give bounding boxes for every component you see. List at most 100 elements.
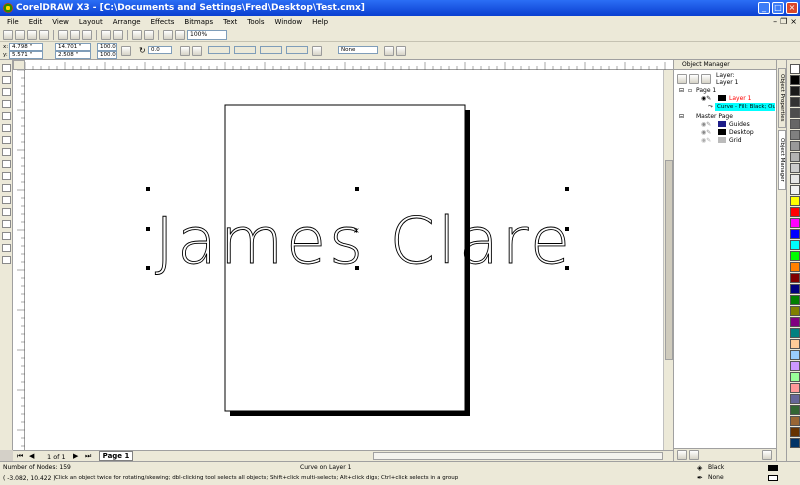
color-swatch[interactable] — [790, 328, 800, 338]
delete-icon[interactable] — [762, 450, 772, 460]
tree-selected-curve[interactable]: Curve - Fill: Black; Ou — [715, 103, 775, 111]
save-icon[interactable] — [27, 29, 37, 40]
color-swatch[interactable] — [790, 273, 800, 283]
smart-fill-icon[interactable] — [2, 124, 11, 132]
color-swatch[interactable] — [790, 295, 800, 305]
x-position-field[interactable]: 4.798 " — [9, 43, 43, 51]
color-swatch[interactable] — [790, 119, 800, 129]
color-swatch[interactable] — [790, 372, 800, 382]
color-swatch[interactable] — [790, 108, 800, 118]
color-swatch[interactable] — [790, 185, 800, 195]
freehand-tool-icon[interactable] — [2, 112, 11, 120]
color-swatch[interactable] — [790, 383, 800, 393]
color-swatch[interactable] — [790, 350, 800, 360]
color-swatch[interactable] — [790, 196, 800, 206]
scrollbar-thumb[interactable] — [665, 160, 673, 360]
menu-tools[interactable]: Tools — [242, 16, 269, 28]
tab-object-properties[interactable]: Object Properties — [778, 68, 786, 128]
menu-edit[interactable]: Edit — [24, 16, 48, 28]
interactive-blend-icon[interactable] — [2, 208, 11, 216]
open-icon[interactable] — [15, 29, 25, 40]
selection-handle[interactable] — [565, 187, 569, 191]
tree-layer-guides[interactable]: Guides — [729, 121, 750, 128]
tree-layer[interactable]: Layer 1 — [729, 95, 751, 102]
import-icon[interactable] — [132, 29, 142, 40]
next-page-icon[interactable]: ▶ — [73, 452, 78, 460]
eyedropper-icon[interactable] — [2, 220, 11, 228]
new-layer-icon[interactable] — [677, 450, 687, 460]
color-swatch[interactable] — [790, 394, 800, 404]
menu-arrange[interactable]: Arrange — [108, 16, 146, 28]
menu-file[interactable]: File — [2, 16, 24, 28]
layer-visibility-icon[interactable]: ◉✎ — [701, 95, 711, 102]
pick-tool-icon[interactable] — [2, 64, 11, 72]
color-swatch[interactable] — [790, 86, 800, 96]
ellipse-tool-icon[interactable] — [2, 148, 11, 156]
print-icon[interactable] — [39, 29, 49, 40]
page-tab[interactable]: Page 1 — [99, 451, 133, 461]
color-swatch[interactable] — [790, 152, 800, 162]
undo-icon[interactable] — [101, 29, 111, 40]
selection-handle[interactable] — [146, 227, 150, 231]
mirror-horizontal-icon[interactable] — [180, 46, 190, 56]
color-swatch[interactable] — [790, 130, 800, 140]
color-swatch[interactable] — [790, 361, 800, 371]
new-master-layer-icon[interactable] — [689, 450, 699, 460]
fill-tool-icon[interactable]: ◈ — [697, 464, 702, 472]
to-back-icon[interactable] — [396, 46, 406, 56]
prev-page-icon[interactable]: ◀ — [29, 452, 34, 460]
crop-tool-icon[interactable] — [2, 88, 11, 96]
wrap-text-icon[interactable] — [312, 46, 322, 56]
selection-handle[interactable] — [355, 187, 359, 191]
menu-text[interactable]: Text — [218, 16, 242, 28]
last-page-icon[interactable]: ⏭ — [85, 452, 91, 461]
basic-shapes-icon[interactable] — [2, 172, 11, 180]
color-swatch[interactable] — [790, 207, 800, 217]
to-front-icon[interactable] — [384, 46, 394, 56]
table-tool-icon[interactable] — [2, 196, 11, 204]
polygon-tool-icon[interactable] — [2, 160, 11, 168]
expand-icon[interactable]: ⊟ — [679, 87, 684, 94]
selection-handle[interactable] — [146, 266, 150, 270]
tree-page[interactable]: Page 1 — [696, 87, 716, 94]
layer-visibility-icon[interactable]: ◉✎ — [701, 129, 711, 136]
selection-handle[interactable] — [565, 227, 569, 231]
outlined-text[interactable]: James Clare — [155, 205, 573, 280]
color-swatch[interactable] — [790, 251, 800, 261]
tree-layer-desktop[interactable]: Desktop — [729, 129, 754, 136]
zoom-level-select[interactable]: 100% — [187, 29, 227, 40]
color-swatch[interactable] — [790, 240, 800, 250]
export-icon[interactable] — [144, 29, 154, 40]
color-swatch[interactable] — [790, 262, 800, 272]
expand-icon[interactable]: ⊟ — [679, 113, 684, 120]
rotation-angle-field[interactable]: 0.0 — [148, 46, 172, 54]
doc-close-icon[interactable]: × — [790, 17, 797, 26]
outline-tool-icon[interactable]: ✒ — [697, 474, 703, 482]
shape-tool-field[interactable] — [286, 46, 308, 54]
outline-width-select[interactable]: None — [338, 46, 378, 54]
show-layers-icon[interactable] — [689, 74, 699, 84]
color-swatch[interactable] — [790, 174, 800, 184]
drawing-canvas[interactable]: James Clare × — [25, 70, 663, 450]
outline-tool-icon[interactable] — [2, 232, 11, 240]
color-swatch[interactable] — [790, 317, 800, 327]
color-swatch[interactable] — [790, 427, 800, 437]
color-swatch[interactable] — [790, 339, 800, 349]
menu-help[interactable]: Help — [307, 16, 333, 28]
shape-tool-field[interactable] — [234, 46, 256, 54]
scale-width-field[interactable]: 100.0 — [97, 43, 117, 51]
application-launcher-icon[interactable] — [163, 29, 173, 40]
color-swatch[interactable] — [790, 141, 800, 151]
lock-ratio-icon[interactable] — [121, 46, 131, 56]
shape-tool-field[interactable] — [208, 46, 230, 54]
show-properties-icon[interactable] — [677, 74, 687, 84]
layer-manager-icon[interactable] — [701, 74, 711, 84]
ruler-origin[interactable] — [13, 60, 25, 70]
color-swatch[interactable] — [790, 97, 800, 107]
layer-visibility-icon[interactable]: ◉✎ — [701, 137, 711, 144]
horizontal-ruler[interactable] — [24, 60, 673, 70]
shape-tool-field[interactable] — [260, 46, 282, 54]
menu-effects[interactable]: Effects — [146, 16, 180, 28]
menu-view[interactable]: View — [47, 16, 74, 28]
menu-bitmaps[interactable]: Bitmaps — [179, 16, 218, 28]
